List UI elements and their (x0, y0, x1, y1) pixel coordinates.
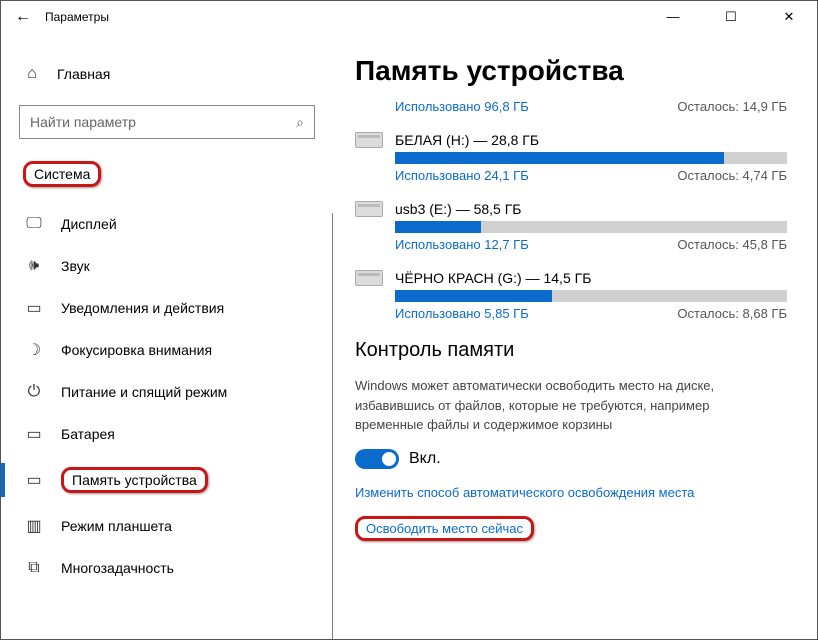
sidebar-item-battery[interactable]: ▭ Батарея (19, 413, 315, 455)
storage-sense-desc: Windows может автоматически освободить м… (355, 376, 775, 435)
section-label-wrap: Система (19, 161, 315, 203)
toggle-label: Вкл. (409, 450, 441, 468)
drive-title: usb3 (E:) — 58,5 ГБ (395, 201, 522, 217)
search-input[interactable]: Найти параметр ⌕ (19, 105, 315, 139)
titlebar: ← Параметры — ☐ ✕ (1, 1, 817, 33)
sidebar: ⌂ Главная Найти параметр ⌕ Система 🖵 Дисп… (1, 33, 333, 639)
usage-bar (395, 152, 787, 164)
free-space-now-label: Освободить место сейчас (355, 516, 534, 541)
drive-icon (355, 201, 383, 217)
used-label: Использовано 24,1 ГБ (395, 168, 529, 183)
drive-title: ЧЁРНО КРАСН (G:) — 14,5 ГБ (395, 270, 591, 286)
sidebar-item-display[interactable]: 🖵 Дисплей (19, 203, 315, 245)
sound-icon: 🕪 (25, 257, 43, 275)
home-icon: ⌂ (23, 65, 41, 83)
drive-title: БЕЛАЯ (H:) — 28,8 ГБ (395, 132, 539, 148)
main-content: Память устройства Использовано 96,8 ГБ Ос… (333, 33, 817, 639)
home-link[interactable]: ⌂ Главная (23, 65, 315, 83)
back-button[interactable]: ← (9, 8, 37, 26)
sidebar-item-label: Режим планшета (61, 518, 172, 534)
drive-row[interactable]: usb3 (E:) — 58,5 ГБ Использовано 12,7 ГБ О… (355, 201, 787, 252)
sidebar-item-label: Многозадачность (61, 560, 174, 576)
drive-icon (355, 132, 383, 148)
remain-label: Осталось: 4,74 ГБ (677, 168, 787, 183)
drive-icon (355, 270, 383, 286)
minimize-button[interactable]: — (653, 9, 693, 25)
change-auto-free-link[interactable]: Изменить способ автоматического освобожд… (355, 485, 787, 500)
sidebar-item-label: Уведомления и действия (61, 300, 224, 316)
sidebar-menu: 🖵 Дисплей 🕪 Звук ▭ Уведомления и действия ☽… (19, 203, 315, 589)
close-button[interactable]: ✕ (769, 9, 809, 25)
maximize-button[interactable]: ☐ (711, 9, 751, 25)
home-label: Главная (57, 66, 110, 82)
remain-label: Осталось: 14,9 ГБ (677, 99, 787, 114)
usage-bar (395, 290, 787, 302)
used-label: Использовано 12,7 ГБ (395, 237, 529, 252)
search-placeholder: Найти параметр (30, 114, 296, 130)
sidebar-item-notifications[interactable]: ▭ Уведомления и действия (19, 287, 315, 329)
tablet-icon: ▥ (25, 517, 43, 535)
sidebar-item-power[interactable]: ⏻ Питание и спящий режим (19, 371, 315, 413)
sidebar-item-label: Батарея (61, 426, 115, 442)
storage-sense-heading: Контроль памяти (355, 339, 787, 362)
storage-sense-toggle[interactable] (355, 449, 399, 469)
drives-list: Использовано 96,8 ГБ Осталось: 14,9 ГБ БЕЛ… (355, 99, 787, 321)
section-label: Система (23, 161, 101, 187)
storage-sense-toggle-row: Вкл. (355, 449, 787, 469)
free-space-now-link[interactable]: Освободить место сейчас (355, 516, 534, 541)
usage-bar (395, 221, 787, 233)
sidebar-item-focus[interactable]: ☽ Фокусировка внимания (19, 329, 315, 371)
sidebar-item-label: Фокусировка внимания (61, 342, 212, 358)
used-label: Использовано 96,8 ГБ (395, 99, 529, 114)
sidebar-item-sound[interactable]: 🕪 Звук (19, 245, 315, 287)
power-icon: ⏻ (25, 383, 43, 401)
settings-window: ← Параметры — ☐ ✕ ⌂ Главная Найти параме… (0, 0, 818, 640)
multitask-icon: ⧉ (25, 559, 43, 577)
remain-label: Осталось: 8,68 ГБ (677, 306, 787, 321)
sidebar-item-multitask[interactable]: ⧉ Многозадачность (19, 547, 315, 589)
remain-label: Осталось: 45,8 ГБ (677, 237, 787, 252)
sidebar-divider (332, 213, 333, 639)
display-icon: 🖵 (25, 215, 43, 233)
focus-icon: ☽ (25, 341, 43, 359)
sidebar-item-label: Питание и спящий режим (61, 384, 227, 400)
search-icon: ⌕ (296, 114, 304, 131)
sidebar-item-tablet[interactable]: ▥ Режим планшета (19, 505, 315, 547)
sidebar-item-storage[interactable]: ▭ Память устройства (19, 455, 315, 505)
drive-row[interactable]: Использовано 96,8 ГБ Осталось: 14,9 ГБ (355, 99, 787, 114)
page-title: Память устройства (355, 55, 787, 87)
drive-row[interactable]: ЧЁРНО КРАСН (G:) — 14,5 ГБ Использовано 5… (355, 270, 787, 321)
sidebar-item-label: Дисплей (61, 216, 117, 232)
battery-icon: ▭ (25, 425, 43, 443)
storage-icon: ▭ (25, 471, 43, 489)
used-label: Использовано 5,85 ГБ (395, 306, 529, 321)
notifications-icon: ▭ (25, 299, 43, 317)
window-title: Параметры (45, 10, 109, 24)
drive-row[interactable]: БЕЛАЯ (H:) — 28,8 ГБ Использовано 24,1 ГБ… (355, 132, 787, 183)
sidebar-item-label: Звук (61, 258, 90, 274)
sidebar-item-label: Память устройства (61, 467, 208, 493)
